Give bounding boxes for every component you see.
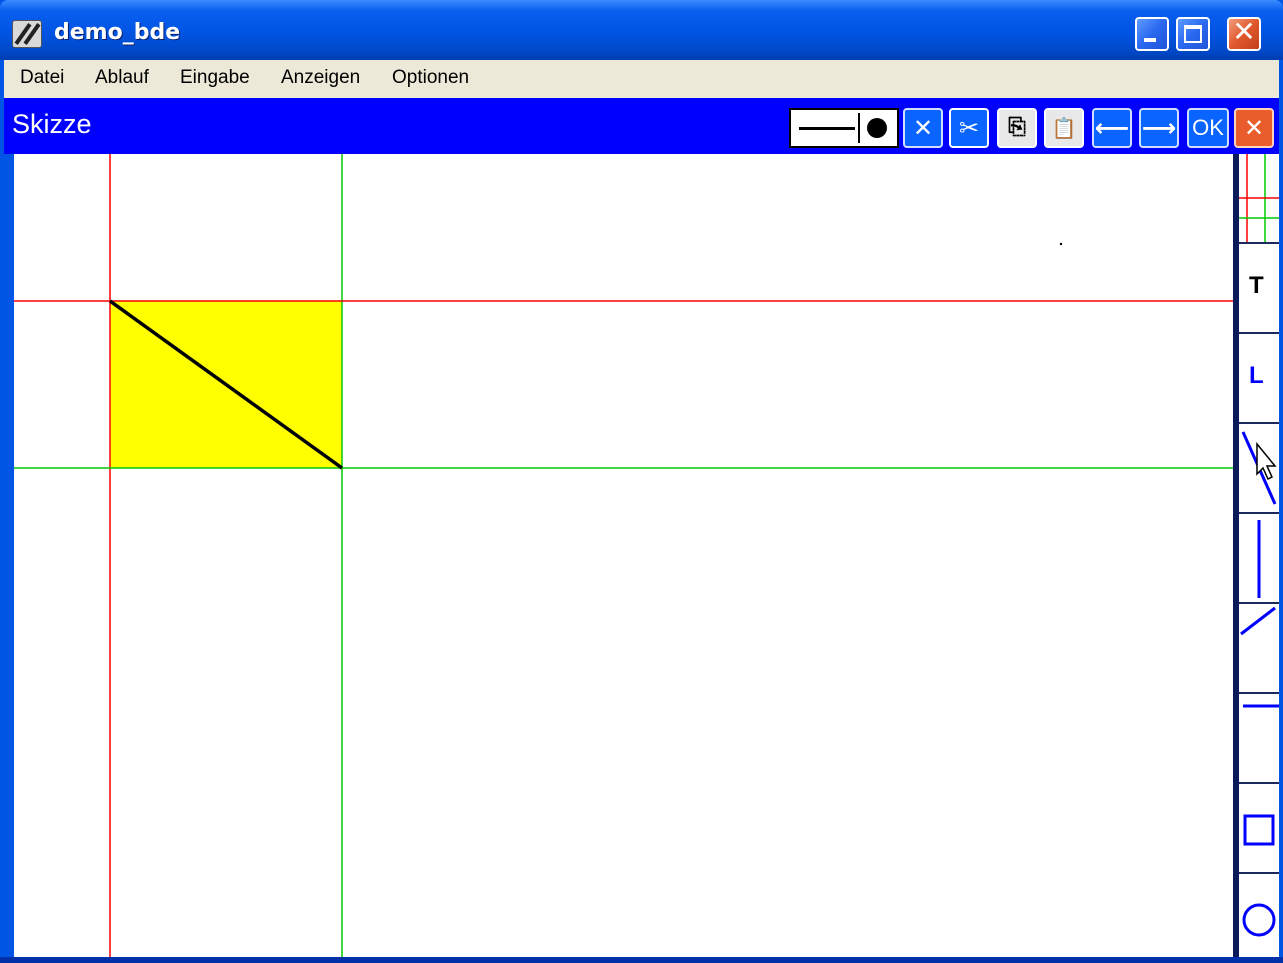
rectangle-icon (1243, 814, 1275, 846)
paste-icon: 📋 (1051, 116, 1077, 140)
previous-button[interactable]: ⟵ (1092, 108, 1132, 148)
ok-label: OK (1192, 115, 1224, 140)
paste-button[interactable]: 📋 (1044, 108, 1084, 148)
sketch-close-button[interactable]: ✕ (1234, 108, 1274, 148)
tool-panel: T L (1233, 154, 1279, 957)
sketch-drawing[interactable] (14, 154, 1233, 957)
maximize-icon (1184, 25, 1202, 43)
tool-grid[interactable] (1239, 154, 1279, 244)
point-marker (1059, 242, 1063, 246)
tool-text[interactable]: T (1239, 244, 1279, 334)
close-icon: ✕ (1232, 15, 1256, 48)
arrow-left-icon: ⟵ (1094, 114, 1130, 142)
window-title: demo_bde (54, 20, 181, 45)
app-window: demo_bde ✕ Datei Ablauf Eingabe Anzeigen… (0, 0, 1283, 963)
scissors-icon: ✂ (958, 114, 980, 142)
close-button[interactable]: ✕ (1227, 17, 1261, 51)
maximize-button[interactable] (1176, 17, 1210, 51)
horizontal-line-icon (1243, 704, 1279, 708)
grid-icon (1239, 154, 1279, 242)
tool-rectangle[interactable] (1239, 784, 1279, 874)
text-tool-icon: T (1249, 272, 1264, 299)
delete-icon: ✕ (912, 114, 934, 142)
app-icon (12, 20, 42, 48)
copy-icon: ⎘ (1008, 115, 1026, 140)
menu-eingabe[interactable]: Eingabe (180, 67, 250, 89)
drawing-canvas[interactable] (14, 154, 1233, 957)
tool-diagonal-select[interactable] (1239, 424, 1279, 514)
vertical-line-icon (1257, 520, 1261, 598)
tool-horizontal-line[interactable] (1239, 694, 1279, 784)
copy-button[interactable]: ⎘ (997, 108, 1037, 148)
delete-button[interactable]: ✕ (903, 108, 943, 148)
tool-slanted-line[interactable] (1239, 604, 1279, 694)
slanted-line-icon (1240, 606, 1276, 636)
point-style-icon (867, 118, 887, 138)
minimize-button[interactable] (1135, 17, 1169, 51)
menu-optionen[interactable]: Optionen (392, 67, 469, 89)
cursor-arrow-icon (1256, 441, 1277, 481)
line-width-selector[interactable] (789, 108, 899, 148)
menu-datei[interactable]: Datei (20, 67, 64, 89)
ok-button[interactable]: OK (1187, 108, 1229, 148)
tool-length[interactable]: L (1239, 334, 1279, 424)
divider (858, 113, 860, 143)
cut-button[interactable]: ✂ (949, 108, 989, 148)
title-bar[interactable]: demo_bde ✕ (0, 0, 1283, 60)
diagonal-line-icon (1241, 431, 1277, 505)
tool-vertical-line[interactable] (1239, 514, 1279, 604)
circle-icon (1242, 903, 1276, 937)
line-style-icon (799, 127, 855, 130)
length-tool-icon: L (1249, 362, 1264, 389)
menu-anzeigen[interactable]: Anzeigen (281, 67, 360, 89)
arrow-right-icon: ⟶ (1141, 114, 1177, 142)
menu-bar: Datei Ablauf Eingabe Anzeigen Optionen (4, 60, 1279, 98)
sketch-title: Skizze (12, 109, 92, 139)
next-button[interactable]: ⟶ (1139, 108, 1179, 148)
sketch-header: Skizze ✕ ✂ ⎘ 📋 ⟵ ⟶ OK ✕ (4, 98, 1279, 154)
tool-circle[interactable] (1239, 874, 1279, 957)
window-border (0, 957, 1283, 963)
menu-ablauf[interactable]: Ablauf (95, 67, 149, 89)
close-icon: ✕ (1243, 114, 1265, 142)
minimize-icon (1144, 38, 1156, 42)
